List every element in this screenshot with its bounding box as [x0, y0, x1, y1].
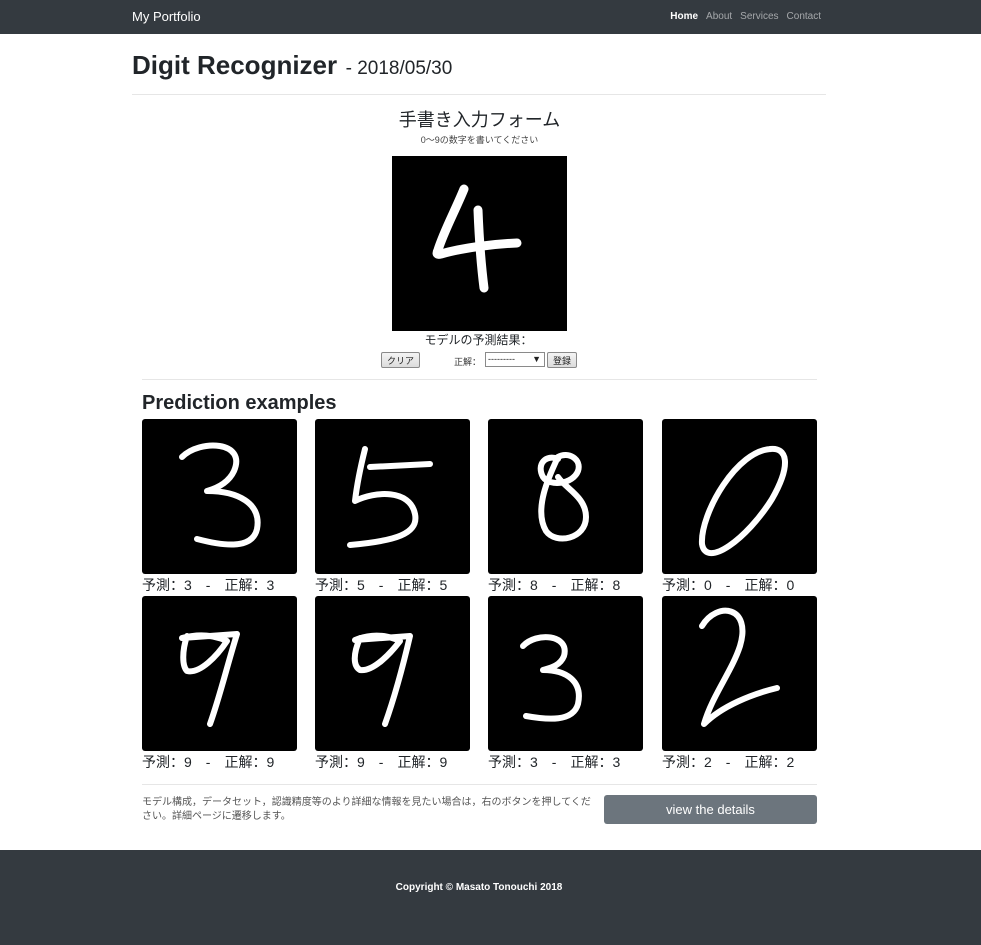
example-image-9 — [142, 596, 297, 751]
answer-label: 正解： — [454, 357, 482, 367]
page-heading: Digit Recognizer - 2018/05/30 — [132, 50, 452, 81]
example-caption: 予測：8 - 正解：8 — [488, 577, 621, 593]
divider — [132, 94, 826, 95]
example-caption: 予測：9 - 正解：9 — [142, 754, 275, 770]
divider — [142, 784, 817, 785]
form-subtitle: 0〜9の数字を書いてください — [420, 135, 539, 145]
brand-link[interactable]: My Portfolio — [132, 9, 201, 24]
drawing-canvas[interactable] — [392, 156, 567, 331]
nav-services-link[interactable]: Services — [740, 11, 778, 22]
example-image-8 — [488, 419, 643, 574]
example-image-3 — [142, 419, 297, 574]
example-caption: 予測：2 - 正解：2 — [662, 754, 795, 770]
page-date: - 2018/05/30 — [345, 58, 453, 79]
copyright-text: Copyright © Masato Tonouchi 2018 — [395, 882, 563, 893]
example-image-9 — [315, 596, 470, 751]
example-caption: 予測：5 - 正解：5 — [315, 577, 448, 593]
nav-links: Home About Services Contact — [670, 11, 821, 22]
dropdown-arrow-icon: ▼ — [532, 354, 541, 364]
example-image-0 — [662, 419, 817, 574]
register-button[interactable]: 登録 — [547, 352, 577, 368]
nav-contact-link[interactable]: Contact — [787, 11, 821, 22]
form-title: 手書き入力フォーム — [398, 110, 561, 130]
footer: Copyright © Masato Tonouchi 2018 — [0, 850, 981, 945]
answer-select[interactable]: --------- ▼ — [485, 352, 545, 367]
divider — [142, 379, 817, 380]
view-details-button[interactable]: view the details — [604, 795, 817, 824]
examples-title: Prediction examples — [142, 392, 337, 414]
nav-home-link[interactable]: Home — [670, 11, 698, 22]
example-image-3 — [488, 596, 643, 751]
prediction-result-label: モデルの予測結果： — [424, 333, 533, 347]
example-caption: 予測：3 - 正解：3 — [142, 577, 275, 593]
page-title: Digit Recognizer — [132, 50, 338, 80]
navbar: My Portfolio Home About Services Contact — [0, 0, 981, 34]
clear-button[interactable]: クリア — [381, 352, 420, 368]
details-description: モデル構成，データセット，認識精度等のより詳細な情報を見たい場合は，右のボタンを… — [142, 797, 591, 822]
example-image-2 — [662, 596, 817, 751]
example-caption: 予測：9 - 正解：9 — [315, 754, 448, 770]
example-image-5 — [315, 419, 470, 574]
answer-select-value: --------- — [488, 354, 515, 364]
nav-about-link[interactable]: About — [706, 11, 732, 22]
example-caption: 予測：3 - 正解：3 — [488, 754, 621, 770]
example-caption: 予測：0 - 正解：0 — [662, 577, 795, 593]
